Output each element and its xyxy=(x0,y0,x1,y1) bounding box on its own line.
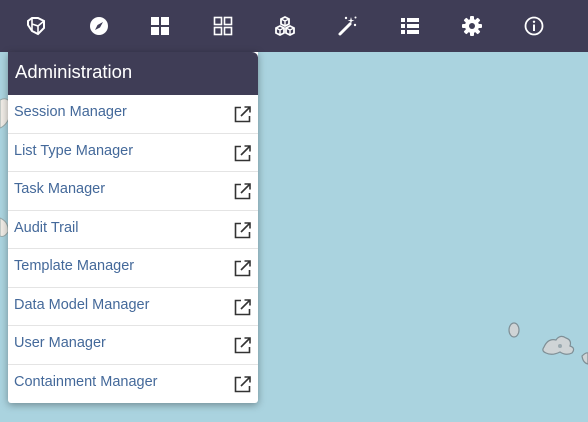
menu-item-label: Task Manager xyxy=(14,181,106,197)
menu-item-label: Template Manager xyxy=(14,258,135,274)
external-link-icon[interactable] xyxy=(233,105,252,124)
menu-item-list-type-manager[interactable]: List Type Manager xyxy=(8,134,258,172)
external-link-icon[interactable] xyxy=(233,375,252,394)
grid-filled-icon[interactable] xyxy=(144,10,176,42)
gear-icon[interactable] xyxy=(456,10,488,42)
menu-item-data-model-manager[interactable]: Data Model Manager xyxy=(8,288,258,326)
cubes-icon[interactable] xyxy=(269,10,301,42)
external-link-icon[interactable] xyxy=(233,144,252,163)
menu-item-template-manager[interactable]: Template Manager xyxy=(8,249,258,288)
menu-item-label: Audit Trail xyxy=(14,219,79,236)
panel-title: Administration xyxy=(8,52,258,95)
external-link-icon[interactable] xyxy=(233,221,252,240)
administration-panel: Administration Session Manager List Type … xyxy=(8,52,258,403)
menu-item-label: Containment Manager xyxy=(14,373,158,390)
menu-item-containment-manager[interactable]: Containment Manager xyxy=(8,365,258,404)
menu-item-session-manager[interactable]: Session Manager xyxy=(8,95,258,134)
menu-item-user-manager[interactable]: User Manager xyxy=(8,326,258,365)
menu-item-label: Data Model Manager xyxy=(14,296,150,313)
menu-item-audit-trail[interactable]: Audit Trail xyxy=(8,211,258,249)
menu-item-label: User Manager xyxy=(14,335,106,351)
compass-icon[interactable] xyxy=(83,10,115,42)
menu-item-label: List Type Manager xyxy=(14,142,134,159)
menu-item-label: Session Manager xyxy=(14,104,127,120)
menu-item-task-manager[interactable]: Task Manager xyxy=(8,172,258,211)
list-icon[interactable] xyxy=(394,10,426,42)
admin-menu-list: Session Manager List Type Manager Task Man… xyxy=(8,95,258,403)
top-toolbar xyxy=(0,0,588,52)
info-icon[interactable] xyxy=(518,10,550,42)
layers-cube-icon[interactable] xyxy=(20,10,52,42)
external-link-icon[interactable] xyxy=(233,298,252,317)
external-link-icon[interactable] xyxy=(233,182,252,201)
external-link-icon[interactable] xyxy=(233,259,252,278)
external-link-icon[interactable] xyxy=(233,336,252,355)
magic-wand-icon[interactable] xyxy=(331,10,363,42)
grid-outline-icon[interactable] xyxy=(207,10,239,42)
